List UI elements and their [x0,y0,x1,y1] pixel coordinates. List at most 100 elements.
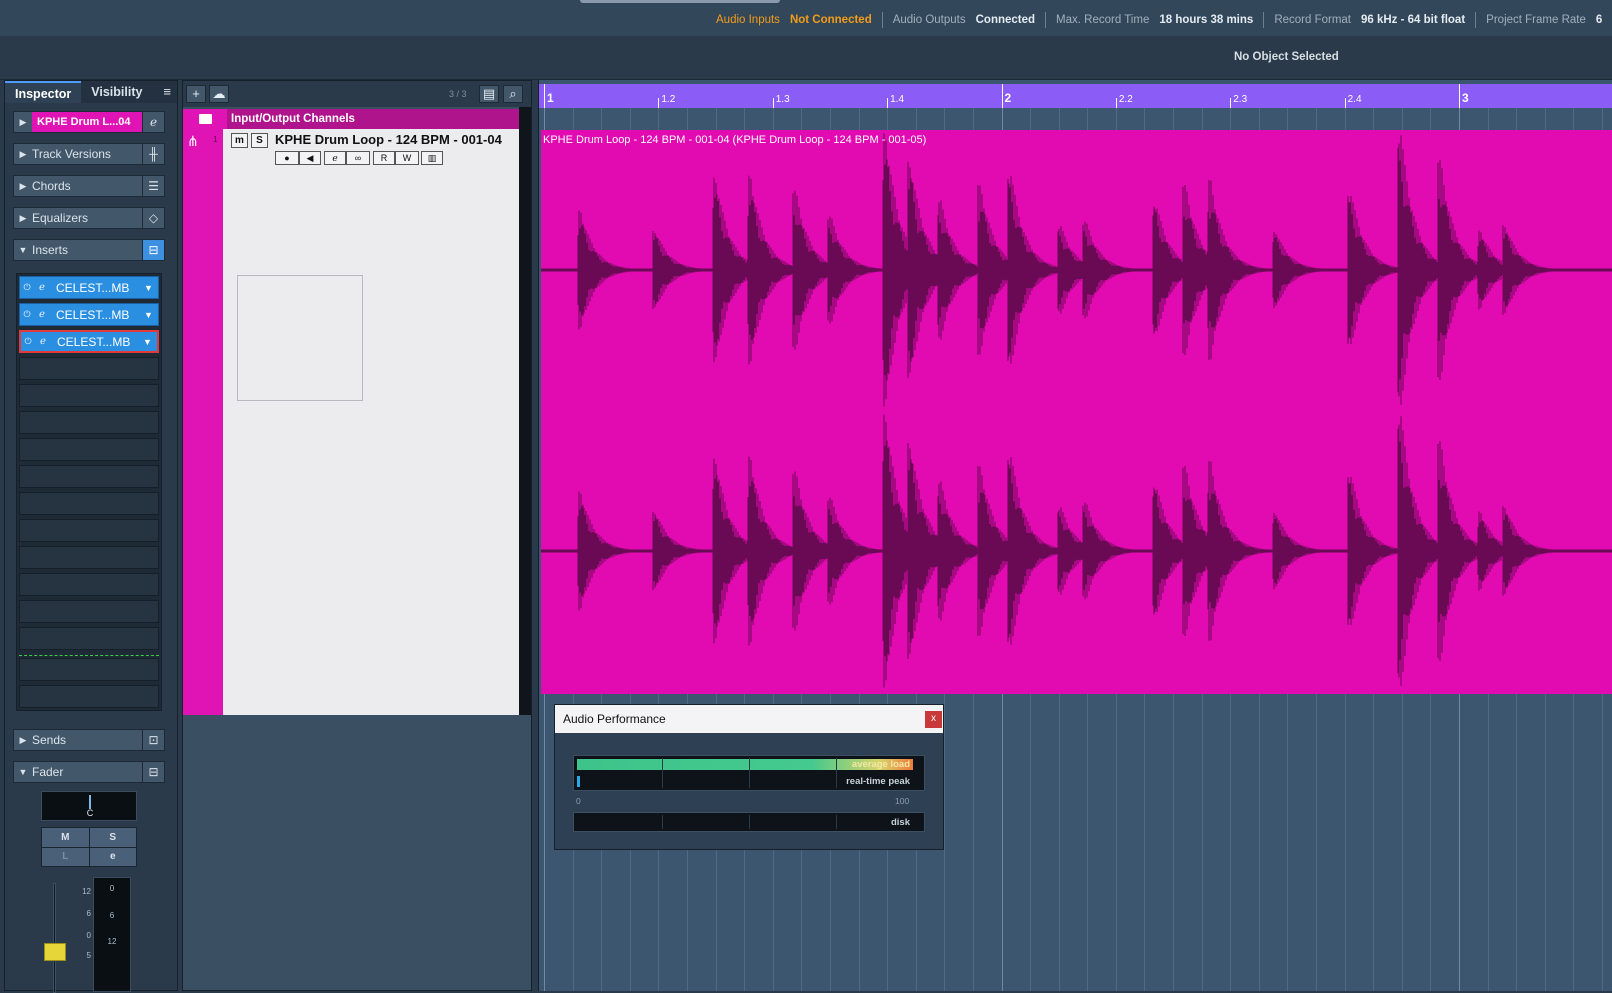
edit-insert-icon[interactable]: ℯ [34,282,50,293]
write-automation-icon[interactable]: W [395,151,419,165]
insert-slot-empty[interactable] [19,411,159,434]
solo-button[interactable]: S [89,828,136,847]
track-list-scrollbar[interactable] [519,107,531,715]
insert-slot-empty[interactable] [19,492,159,515]
power-icon[interactable]: ⏻ [20,309,34,320]
ruler-tick [1459,84,1460,108]
insert-slot-name[interactable]: CELEST...MB [50,308,144,322]
tab-inspector[interactable]: Inspector [5,81,82,103]
lock-icon[interactable]: ∞ [346,151,370,165]
inspector-section-fader[interactable]: ▼ Fader ⊟ [13,761,165,783]
insert-slot-empty[interactable] [19,627,159,650]
power-icon[interactable]: ⏻ [20,282,34,293]
edit-channel-icon[interactable]: ℯ [142,112,164,132]
status-audio-outputs-label[interactable]: Audio Outputs [893,14,966,26]
track-list-settings-icon[interactable]: ▤ [479,85,499,103]
insert-slot-empty[interactable] [19,384,159,407]
edit-channel-icon[interactable]: ℯ [324,151,346,165]
inspector-tabs: Inspector Visibility ≡ [5,81,177,103]
edit-insert-icon[interactable]: ℯ [35,336,51,347]
lanes-icon[interactable]: ▥ [421,151,443,165]
track-solo-button[interactable]: S [251,133,268,148]
read-automation-icon[interactable]: R [373,151,395,165]
scale-max: 100 [895,796,910,806]
audio-event[interactable]: KPHE Drum Loop - 124 BPM - 001-04 (KPHE … [541,130,1612,694]
status-audio-inputs-label[interactable]: Audio Inputs [716,14,780,26]
sends-bypass-icon[interactable]: ⊡ [142,730,164,750]
fader-track[interactable] [53,883,56,993]
inspector-section-chords[interactable]: ▶ Chords ☰ [13,175,165,197]
insert-slot-1[interactable]: ⏻ ℯ CELEST...MB ▼ [19,276,159,299]
status-audio-outputs-value[interactable]: Connected [976,14,1035,26]
track-name[interactable]: KPHE Drum Loop - 124 BPM - 001-04 [275,132,502,147]
inspector-track-name[interactable]: KPHE Drum L...04 [32,112,142,132]
audio-performance-header[interactable]: Audio Performance x [555,705,943,733]
track-versions-icon[interactable]: ╫ [142,144,164,164]
equalizer-bypass-icon[interactable]: ◇ [142,208,164,228]
chevron-down-icon[interactable]: ▼ [144,310,158,320]
edit-insert-icon[interactable]: ℯ [34,309,50,320]
inspector-panel: Inspector Visibility ≡ ▶ KPHE Drum L...0… [4,80,178,993]
mute-button[interactable]: M [42,828,89,847]
fader-options-icon[interactable]: ⊟ [142,762,164,782]
status-record-format-label[interactable]: Record Format [1274,14,1351,26]
expand-triangle-icon[interactable]: ▶ [14,117,32,128]
add-track-from-template-icon[interactable]: ☁ [209,85,229,103]
insert-slot-3[interactable]: ⏻ ℯ CELEST...MB ▼ [19,330,159,353]
inserts-bypass-icon[interactable]: ⊟ [142,240,164,260]
insert-slot-empty[interactable] [19,658,159,681]
status-record-time-value[interactable]: 18 hours 38 mins [1159,14,1253,26]
inspector-section-equalizers[interactable]: ▶ Equalizers ◇ [13,207,165,229]
ruler-tick [887,98,889,108]
monitor-icon[interactable]: ◀ [299,151,321,165]
status-record-time-label[interactable]: Max. Record Time [1056,14,1149,26]
fader-handle[interactable] [44,943,66,961]
ruler-label: 2.3 [1233,94,1248,105]
insert-slot-empty[interactable] [19,357,159,380]
inspector-section-inserts[interactable]: ▼ Inserts ⊟ [13,239,165,261]
window-handle[interactable] [580,0,780,3]
insert-slot-empty[interactable] [19,546,159,569]
chords-icon[interactable]: ☰ [142,176,164,196]
audio-performance-title: Audio Performance [563,712,666,726]
collapse-triangle-icon: ▼ [18,767,28,777]
insert-slot-empty[interactable] [19,438,159,461]
insert-slot-empty[interactable] [19,600,159,623]
inspector-track-section[interactable]: ▶ KPHE Drum L...04 ℯ [13,111,165,133]
track-mute-button[interactable]: m [231,133,248,148]
chevron-down-icon[interactable]: ▼ [144,283,158,293]
add-track-icon[interactable]: + [186,85,206,103]
insert-slot-2[interactable]: ⏻ ℯ CELEST...MB ▼ [19,303,159,326]
folder-track-name[interactable]: Input/Output Channels [227,113,355,125]
folder-icon[interactable] [183,109,227,129]
status-audio-inputs-value[interactable]: Not Connected [790,14,872,26]
audio-track[interactable]: ⋔ 1 m S KPHE Drum Loop - 124 BPM - 001-0… [183,129,519,715]
pan-control[interactable]: C [41,791,137,821]
audio-waveform [541,133,1612,688]
listen-button[interactable]: L [42,847,89,866]
status-frame-rate-value[interactable]: 6 [1596,14,1602,26]
insert-slot-empty[interactable] [19,519,159,542]
close-icon[interactable]: x [925,711,942,728]
edit-channel-button[interactable]: e [89,847,136,866]
status-record-format-value[interactable]: 96 kHz - 64 bit float [1361,14,1465,26]
insert-slot-empty[interactable] [19,465,159,488]
find-track-icon[interactable]: ⌕ [503,85,523,103]
insert-slot-empty[interactable] [19,573,159,596]
chevron-down-icon[interactable]: ▼ [143,337,157,347]
track-picture[interactable] [237,275,363,401]
insert-slot-empty[interactable] [19,685,159,708]
insert-slot-name[interactable]: CELEST...MB [51,335,143,349]
inspector-menu-icon[interactable]: ≡ [163,84,171,99]
record-enable-icon[interactable]: ● [275,151,299,165]
power-icon[interactable]: ⏻ [21,336,35,347]
ruler[interactable]: 1 1.2 1.3 1.4 2 2.2 2.3 2.4 3 [539,84,1612,108]
insert-slot-name[interactable]: CELEST...MB [50,281,144,295]
section-label: Chords [32,179,71,193]
ruler-tick [544,84,545,108]
inspector-section-sends[interactable]: ▶ Sends ⊡ [13,729,165,751]
status-frame-rate-label[interactable]: Project Frame Rate [1486,14,1586,26]
folder-track[interactable]: Input/Output Channels [183,109,523,129]
inspector-section-track-versions[interactable]: ▶ Track Versions ╫ [13,143,165,165]
tab-visibility[interactable]: Visibility [81,81,152,103]
